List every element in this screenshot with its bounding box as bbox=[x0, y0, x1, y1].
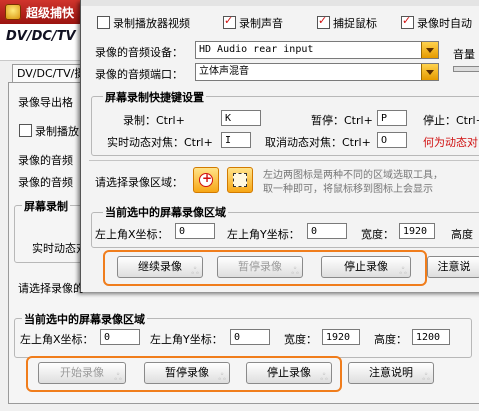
select-region-label: 请选择录像区域： bbox=[95, 176, 183, 189]
dashed-rectangle-icon bbox=[233, 173, 247, 187]
stop-record-label: 停止录像 bbox=[344, 260, 388, 273]
pause-hotkey-field[interactable]: P bbox=[377, 110, 407, 126]
notes-label: 注意说 bbox=[437, 260, 471, 273]
start-record-label: 开始录像 bbox=[60, 366, 104, 379]
back-stop-record-label: 停止录像 bbox=[267, 366, 311, 379]
audio-device-value: HD Audio rear input bbox=[199, 44, 314, 55]
continue-record-button[interactable]: 继续录像 ஃ bbox=[117, 256, 203, 278]
back-region-group-title: 当前选中的屏幕录像区域 bbox=[22, 311, 147, 327]
back-width-label: 宽度： bbox=[284, 333, 317, 346]
back-top-left-x-field[interactable]: 0 bbox=[100, 329, 140, 345]
export-format-label: 录像导出格 bbox=[18, 96, 73, 109]
back-pause-record-label: 暂停录像 bbox=[165, 366, 209, 379]
height-label: 高度 bbox=[451, 228, 473, 241]
top-left-y-label: 左上角Y坐标： bbox=[227, 228, 300, 241]
auto-label: 录像时自动 bbox=[417, 17, 472, 30]
back-realtime-focus-label: 实时动态对 bbox=[32, 242, 87, 255]
front-top-strip bbox=[81, 0, 479, 6]
stop-hotkey-label: 停止：Ctrl+ bbox=[423, 114, 479, 127]
back-audio-port-label: 录像的音频 bbox=[18, 176, 73, 189]
record-sound-label: 录制声音 bbox=[239, 17, 283, 30]
back-top-left-y-field[interactable]: 0 bbox=[230, 329, 270, 345]
audio-port-value: 立体声混音 bbox=[199, 66, 249, 77]
swirl-decoration-icon: ஃ bbox=[114, 372, 122, 383]
record-playback-label: 录制播放 bbox=[35, 125, 79, 138]
record-video-checkbox[interactable] bbox=[97, 16, 110, 29]
back-notes-label: 注意说明 bbox=[369, 366, 413, 379]
front-window: 录制播放器视频 录制声音 捕捉鼠标 录像时自动 录像的音频设备： HD Audi… bbox=[80, 0, 479, 292]
cancel-focus-hotkey-field[interactable]: O bbox=[377, 132, 407, 148]
swirl-decoration-icon: ஃ bbox=[291, 266, 299, 277]
notes-button[interactable]: 注意说 bbox=[427, 256, 479, 278]
volume-label: 音量 bbox=[453, 48, 475, 61]
audio-port-select[interactable]: 立体声混音 bbox=[195, 63, 439, 81]
pause-record-label: 暂停录像 bbox=[238, 260, 282, 273]
crosshair-region-tool-icon[interactable] bbox=[193, 167, 219, 193]
top-left-x-label: 左上角X坐标： bbox=[95, 228, 169, 241]
continue-record-label: 继续录像 bbox=[138, 260, 182, 273]
realtime-focus-hotkey-label: 实时动态对焦：Ctrl+ bbox=[107, 136, 213, 149]
record-playback-checkbox[interactable] bbox=[19, 124, 32, 137]
rectangle-region-tool-icon[interactable] bbox=[227, 167, 253, 193]
front-divider bbox=[89, 160, 479, 161]
capture-mouse-label: 捕捉鼠标 bbox=[333, 17, 377, 30]
swirl-decoration-icon: ஃ bbox=[422, 372, 430, 383]
record-hotkey-label: 录制：Ctrl+ bbox=[123, 114, 185, 127]
swirl-decoration-icon: ஃ bbox=[218, 372, 226, 383]
dynamic-focus-help-link[interactable]: 何为动态对 bbox=[423, 134, 478, 150]
back-pause-record-button[interactable]: 暂停录像 ஃ bbox=[144, 362, 230, 384]
back-notes-button[interactable]: 注意说明 ஃ bbox=[348, 362, 434, 384]
tab-dv-dc-tv[interactable]: DV/DC/TV/摄 bbox=[12, 64, 90, 83]
back-width-field[interactable]: 1920 bbox=[322, 329, 360, 345]
cancel-focus-hotkey-label: 取消动态对焦：Ctrl+ bbox=[265, 136, 371, 149]
chevron-down-icon[interactable] bbox=[421, 64, 438, 80]
back-select-region-label: 请选择录像的 bbox=[18, 282, 84, 295]
audio-device-label: 录像的音频设备： bbox=[95, 46, 183, 59]
start-record-button[interactable]: 开始录像 ஃ bbox=[38, 362, 126, 384]
swirl-decoration-icon: ஃ bbox=[191, 266, 199, 277]
auto-checkbox[interactable] bbox=[401, 14, 414, 29]
back-hotkey-group-title: 屏幕录制 bbox=[22, 198, 70, 214]
hotkey-group-title: 屏幕录制快捷键设置 bbox=[103, 89, 206, 105]
record-sound-checkbox[interactable] bbox=[223, 14, 236, 29]
back-stop-record-button[interactable]: 停止录像 ஃ bbox=[246, 362, 332, 384]
region-hint-line2: 取一种即可，将鼠标移到图标上会显示 bbox=[263, 184, 433, 195]
region-group-title: 当前选中的屏幕录像区域 bbox=[103, 204, 228, 220]
back-height-label: 高度： bbox=[374, 333, 407, 346]
plus-icon bbox=[199, 171, 213, 187]
record-hotkey-field[interactable]: K bbox=[221, 110, 261, 126]
capture-mouse-checkbox[interactable] bbox=[317, 14, 330, 29]
back-window-title: 超级捕快 bbox=[26, 6, 75, 20]
volume-slider[interactable] bbox=[453, 66, 479, 72]
record-video-label: 录制播放器视频 bbox=[113, 17, 190, 30]
region-hint-line1: 左边两图标是两种不同的区域选取工具， bbox=[263, 170, 443, 181]
top-left-x-field[interactable]: 0 bbox=[175, 223, 215, 239]
width-field[interactable]: 1920 bbox=[399, 223, 435, 239]
back-top-left-y-label: 左上角Y坐标： bbox=[150, 333, 223, 346]
back-height-field[interactable]: 1200 bbox=[412, 329, 450, 345]
swirl-decoration-icon: ஃ bbox=[320, 372, 328, 383]
width-label: 宽度： bbox=[361, 228, 394, 241]
pause-hotkey-label: 暂停：Ctrl+ bbox=[311, 114, 373, 127]
top-left-y-field[interactable]: 0 bbox=[307, 223, 347, 239]
stop-record-button[interactable]: 停止录像 ஃ bbox=[321, 256, 411, 278]
back-top-left-x-label: 左上角X坐标： bbox=[20, 333, 94, 346]
back-audio-device-label: 录像的音频 bbox=[18, 154, 73, 167]
swirl-decoration-icon: ஃ bbox=[399, 266, 407, 277]
pause-record-button[interactable]: 暂停录像 ஃ bbox=[217, 256, 303, 278]
realtime-focus-hotkey-field[interactable]: I bbox=[221, 132, 251, 148]
audio-device-select[interactable]: HD Audio rear input bbox=[195, 41, 439, 59]
audio-port-label: 录像的音频端口： bbox=[95, 68, 183, 81]
app-logo-icon bbox=[5, 4, 21, 20]
chevron-down-icon[interactable] bbox=[421, 42, 438, 58]
back-header-label: DV/DC/TV bbox=[6, 29, 76, 44]
